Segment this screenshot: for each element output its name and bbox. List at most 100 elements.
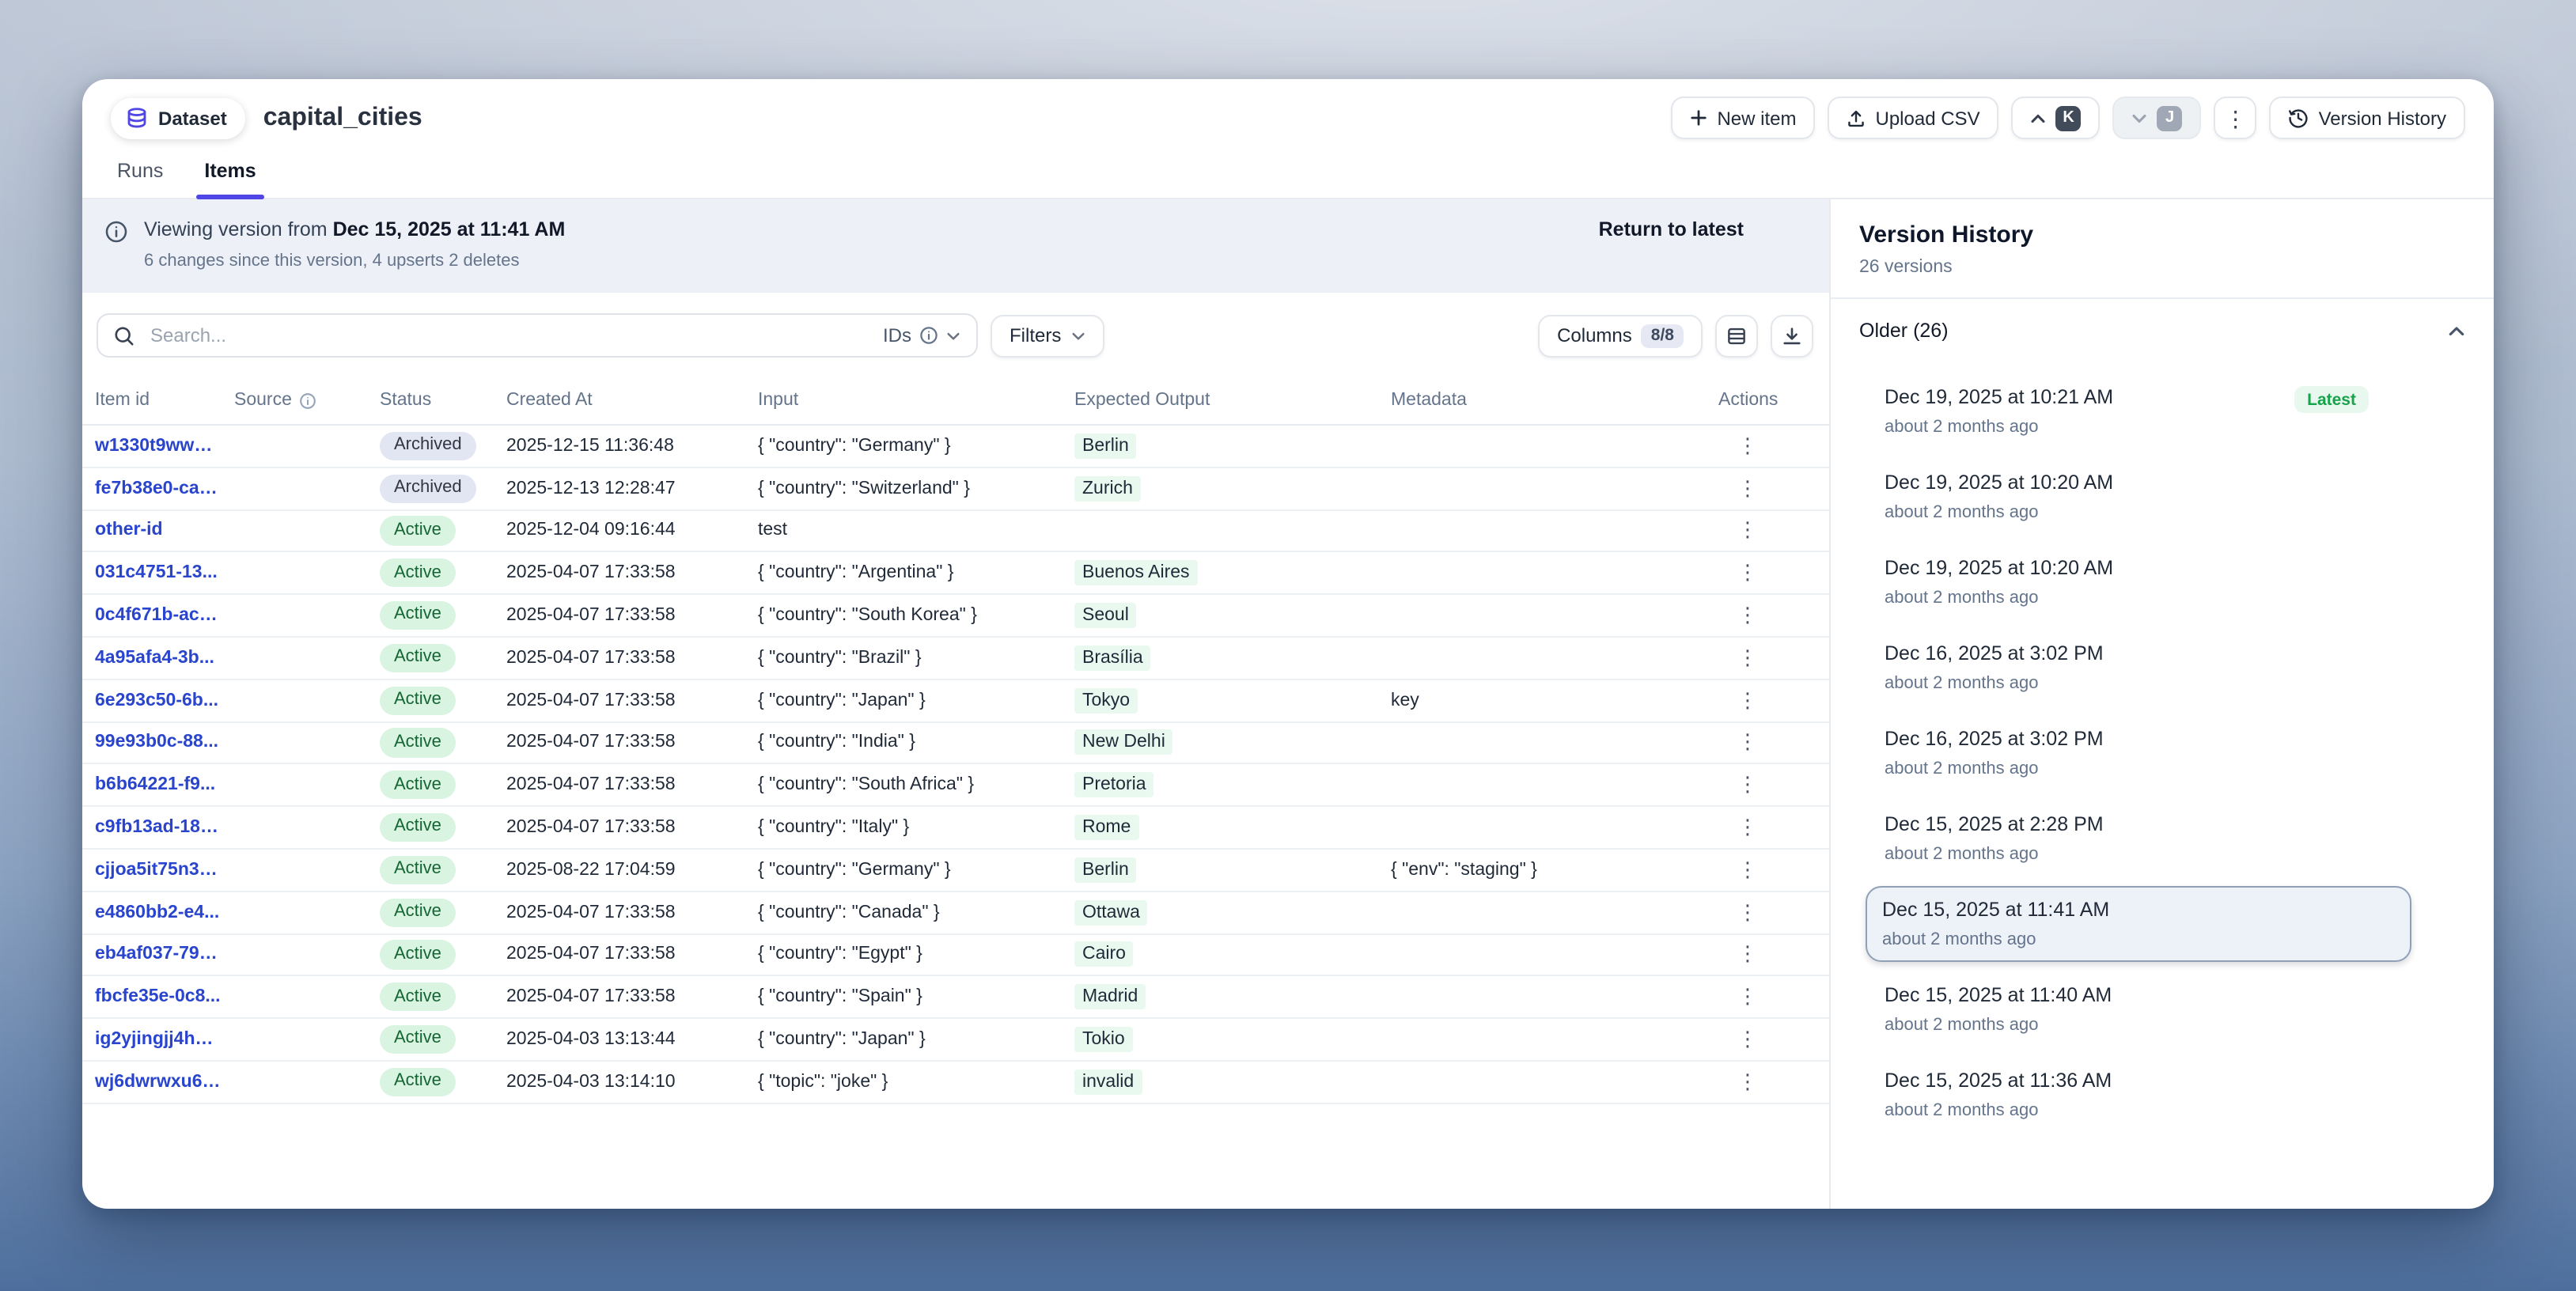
table-row[interactable]: 4a95afa4-3b... Active 2025-04-07 17:33:5…: [82, 638, 1829, 680]
item-id-link[interactable]: 4a95afa4-3b...: [95, 649, 234, 668]
row-actions-kebab[interactable]: ⋮: [1731, 475, 1764, 501]
input-cell: { "country": "Egypt" }: [758, 945, 1074, 964]
item-id-link[interactable]: other-id: [95, 521, 234, 540]
input-cell: { "country": "Brazil" }: [758, 649, 1074, 668]
table-row[interactable]: b6b64221-f9... Active 2025-04-07 17:33:5…: [82, 765, 1829, 808]
table-row[interactable]: eb4af037-791... Active 2025-04-07 17:33:…: [82, 934, 1829, 977]
row-actions-kebab[interactable]: ⋮: [1731, 603, 1764, 628]
version-entry[interactable]: Dec 15, 2025 at 11:41 AM about 2 months …: [1865, 886, 2411, 962]
table-row[interactable]: 99e93b0c-88... Active 2025-04-07 17:33:5…: [82, 722, 1829, 765]
upload-csv-button[interactable]: Upload CSV: [1828, 97, 1999, 139]
expected-output-cell: Berlin: [1074, 858, 1137, 883]
shortcut-key-k: K: [2056, 105, 2082, 131]
input-cell: { "country": "India" }: [758, 733, 1074, 752]
table-row[interactable]: wj6dwrwxu6j... Active 2025-04-03 13:14:1…: [82, 1062, 1829, 1104]
item-id-link[interactable]: e4860bb2-e4...: [95, 903, 234, 922]
item-id-link[interactable]: c9fb13ad-18ff...: [95, 818, 234, 837]
version-date: Dec 19, 2025 at 10:21 AM: [1885, 386, 2113, 408]
version-entry-text: Dec 16, 2025 at 3:02 PM about 2 months a…: [1885, 728, 2104, 778]
version-entry[interactable]: Dec 15, 2025 at 11:40 AM about 2 months …: [1867, 971, 2408, 1047]
table-row[interactable]: w1330t9ww1a... Archived 2025-12-15 11:36…: [82, 426, 1829, 468]
next-item-button[interactable]: J: [2113, 97, 2202, 139]
filters-button[interactable]: Filters: [991, 314, 1104, 357]
search-field-selector[interactable]: IDs: [883, 324, 960, 346]
column-header[interactable]: Input: [758, 391, 1074, 410]
more-options-button[interactable]: ⋮: [2214, 97, 2257, 139]
item-id-link[interactable]: fe7b38e0-ca4...: [95, 479, 234, 498]
item-id-link[interactable]: 0c4f671b-ac5...: [95, 606, 234, 625]
row-actions-kebab[interactable]: ⋮: [1731, 730, 1764, 755]
version-history-button[interactable]: Version History: [2270, 97, 2465, 139]
tab-runs[interactable]: Runs: [114, 149, 166, 198]
search-box[interactable]: IDs: [97, 313, 978, 358]
version-entry[interactable]: Dec 19, 2025 at 10:20 AM about 2 months …: [1867, 459, 2408, 535]
row-actions-kebab[interactable]: ⋮: [1731, 1070, 1764, 1095]
row-actions-kebab[interactable]: ⋮: [1731, 518, 1764, 543]
version-entry[interactable]: Dec 15, 2025 at 2:28 PM about 2 months a…: [1867, 801, 2408, 876]
table-row[interactable]: fe7b38e0-ca4... Archived 2025-12-13 12:2…: [82, 468, 1829, 511]
table-row[interactable]: other-id Active 2025-12-04 09:16:44 test…: [82, 510, 1829, 553]
created-at-cell: 2025-12-13 12:28:47: [506, 479, 758, 498]
row-actions-kebab[interactable]: ⋮: [1731, 433, 1764, 459]
status-badge: Active: [380, 686, 456, 714]
item-id-link[interactable]: b6b64221-f9...: [95, 776, 234, 795]
input-cell: { "country": "South Korea" }: [758, 606, 1074, 625]
row-actions-kebab[interactable]: ⋮: [1731, 815, 1764, 840]
columns-button[interactable]: Columns 8/8: [1538, 314, 1703, 357]
table-row[interactable]: e4860bb2-e4... Active 2025-04-07 17:33:5…: [82, 892, 1829, 935]
item-id-link[interactable]: eb4af037-791...: [95, 945, 234, 964]
row-density-button[interactable]: [1715, 314, 1758, 357]
input-cell: test: [758, 521, 1074, 540]
metadata-cell: key: [1391, 691, 1718, 710]
prev-item-button[interactable]: K: [2012, 97, 2101, 139]
table-row[interactable]: 6e293c50-6b... Active 2025-04-07 17:33:5…: [82, 680, 1829, 723]
input-cell: { "country": "Japan" }: [758, 1030, 1074, 1049]
row-actions-kebab[interactable]: ⋮: [1731, 858, 1764, 883]
column-header[interactable]: Status: [380, 391, 506, 410]
column-header[interactable]: Expected Output: [1074, 391, 1391, 410]
item-id-link[interactable]: cjjoa5it75n3jr...: [95, 861, 234, 880]
item-id-link[interactable]: 6e293c50-6b...: [95, 691, 234, 710]
row-actions-kebab[interactable]: ⋮: [1731, 773, 1764, 798]
column-header[interactable]: Actions: [1718, 391, 1829, 410]
item-id-link[interactable]: 99e93b0c-88...: [95, 733, 234, 752]
row-actions-kebab[interactable]: ⋮: [1731, 687, 1764, 713]
column-header[interactable]: Metadata: [1391, 391, 1718, 410]
item-id-link[interactable]: ig2yjingjj4hql...: [95, 1030, 234, 1049]
table-row[interactable]: ig2yjingjj4hql... Active 2025-04-03 13:1…: [82, 1019, 1829, 1062]
table-row[interactable]: cjjoa5it75n3jr... Active 2025-08-22 17:0…: [82, 850, 1829, 892]
version-date: Dec 15, 2025 at 2:28 PM: [1885, 813, 2104, 835]
table-row[interactable]: fbcfe35e-0c8... Active 2025-04-07 17:33:…: [82, 977, 1829, 1020]
item-id-link[interactable]: wj6dwrwxu6j...: [95, 1073, 234, 1092]
version-entry[interactable]: Dec 16, 2025 at 3:02 PM about 2 months a…: [1867, 630, 2408, 706]
table-row[interactable]: 0c4f671b-ac5... Active 2025-04-07 17:33:…: [82, 595, 1829, 638]
version-entry[interactable]: Dec 19, 2025 at 10:20 AM about 2 months …: [1867, 544, 2408, 620]
column-header[interactable]: Item id: [95, 391, 234, 410]
plus-icon: [1690, 109, 1707, 127]
return-to-latest-link[interactable]: Return to latest: [1599, 218, 1744, 240]
row-actions-kebab[interactable]: ⋮: [1731, 646, 1764, 671]
item-id-link[interactable]: fbcfe35e-0c8...: [95, 988, 234, 1007]
row-actions-kebab[interactable]: ⋮: [1731, 1027, 1764, 1052]
row-actions-kebab[interactable]: ⋮: [1731, 942, 1764, 967]
item-id-link[interactable]: w1330t9ww1a...: [95, 437, 234, 456]
download-button[interactable]: [1771, 314, 1813, 357]
column-header[interactable]: Source: [234, 391, 380, 410]
row-actions-kebab[interactable]: ⋮: [1731, 561, 1764, 586]
input-cell: { "country": "Switzerland" }: [758, 479, 1074, 498]
version-entry[interactable]: Dec 16, 2025 at 3:02 PM about 2 months a…: [1867, 715, 2408, 791]
created-at-cell: 2025-04-07 17:33:58: [506, 691, 758, 710]
row-actions-kebab[interactable]: ⋮: [1731, 985, 1764, 1010]
version-entry[interactable]: Dec 15, 2025 at 11:36 AM about 2 months …: [1867, 1057, 2408, 1133]
table-row[interactable]: c9fb13ad-18ff... Active 2025-04-07 17:33…: [82, 807, 1829, 850]
search-input[interactable]: [147, 323, 870, 348]
older-group-toggle[interactable]: Older (26): [1859, 320, 2465, 342]
version-entry[interactable]: Dec 19, 2025 at 10:21 AM about 2 months …: [1867, 373, 2408, 449]
new-item-button[interactable]: New item: [1671, 97, 1815, 139]
version-entry-text: Dec 16, 2025 at 3:02 PM about 2 months a…: [1885, 642, 2104, 693]
item-id-link[interactable]: 031c4751-13...: [95, 564, 234, 583]
column-header[interactable]: Created At: [506, 391, 758, 410]
row-actions-kebab[interactable]: ⋮: [1731, 899, 1764, 925]
tab-items[interactable]: Items: [201, 149, 259, 198]
table-row[interactable]: 031c4751-13... Active 2025-04-07 17:33:5…: [82, 553, 1829, 596]
